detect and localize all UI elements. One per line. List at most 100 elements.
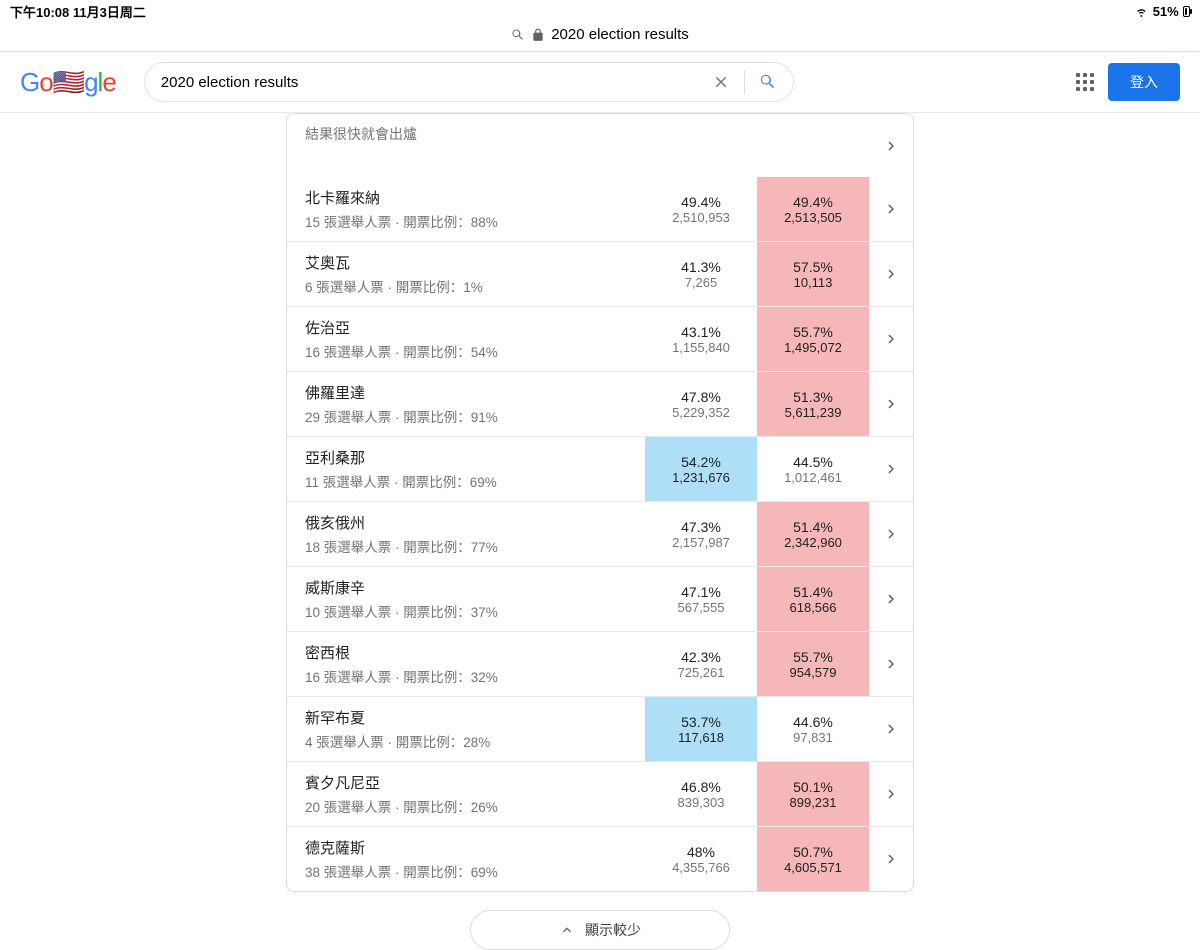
candidate-left: 49.4%2,510,953 [645,177,757,241]
left-votes: 567,555 [678,600,725,615]
chevron-right-icon [869,567,913,631]
apps-icon[interactable] [1076,73,1094,91]
state-info: 佛羅里達29 張選舉人票 · 開票比例：91% [287,372,645,436]
state-name: 德克薩斯 [305,837,627,858]
candidate-left: 47.3%2,157,987 [645,502,757,566]
search-input[interactable] [161,74,712,91]
state-info: 佐治亞 16 張選舉人票 · 開票比例：54% [287,307,645,371]
state-name: 俄亥俄州 [305,512,627,533]
candidate-left: 43.1%1,155,840 [645,307,757,371]
candidate-left: 46.8%839,303 [645,762,757,826]
state-sub: 16 張選舉人票 · 開票比例：32% [305,666,627,686]
left-votes: 1,155,840 [672,340,730,355]
search-icon [511,28,525,42]
candidate-right: 51.4%618,566 [757,567,869,631]
left-pct: 49.4% [681,194,721,210]
state-info: 北卡羅來納15 張選舉人票 · 開票比例：88% [287,177,645,241]
status-bar: 下午10:08 11月3日周二 51% [0,0,1200,22]
state-row[interactable]: 威斯康辛10 張選舉人票 · 開票比例：37%47.1%567,55551.4%… [287,566,913,631]
state-name: 亞利桑那 [305,447,627,468]
state-name: 艾奧瓦 [305,252,627,273]
state-name: 佐治亞 [305,317,627,338]
google-logo[interactable]: Go🇺🇸gle [20,67,116,98]
state-name: 北卡羅來納 [305,187,627,208]
candidate-right: 55.7%1,495,072 [757,307,869,371]
candidate-right: 44.5%1,012,461 [757,437,869,501]
left-votes: 117,618 [678,730,724,745]
right-pct: 50.1% [793,779,833,795]
right-votes: 2,513,505 [784,210,842,225]
right-votes: 1,012,461 [784,470,842,485]
state-row[interactable]: 新罕布夏4 張選舉人票 · 開票比例：28%53.7%117,61844.6%9… [287,696,913,761]
browser-url-bar[interactable]: 2020 election results [0,22,1200,51]
state-sub: 16 張選舉人票 · 開票比例：54% [305,341,627,361]
state-row[interactable]: 艾奧瓦6 張選舉人票 · 開票比例：1%41.3%7,26557.5%10,11… [287,241,913,306]
candidate-left: 47.8%5,229,352 [645,372,757,436]
signin-button[interactable]: 登入 [1108,63,1180,101]
state-sub: 4 張選舉人票 · 開票比例：28% [305,731,627,751]
chevron-right-icon [869,114,913,177]
left-pct: 43.1% [681,324,721,340]
chevron-right-icon [869,632,913,696]
candidate-left: 54.2%1,231,676 [645,437,757,501]
chevron-right-icon [869,307,913,371]
state-row[interactable]: 德克薩斯38 張選舉人票 · 開票比例：69%48%4,355,76650.7%… [287,826,913,891]
candidate-right: 51.4%2,342,960 [757,502,869,566]
left-pct: 47.3% [681,519,721,535]
state-row[interactable]: 俄亥俄州18 張選舉人票 · 開票比例：77%47.3%2,157,98751.… [287,501,913,566]
search-submit-icon[interactable] [759,73,777,91]
state-sub: 18 張選舉人票 · 開票比例：77% [305,536,627,556]
state-sub: 29 張選舉人票 · 開票比例：91% [305,406,627,426]
wifi-icon [1134,4,1149,19]
state-sub: 20 張選舉人票 · 開票比例：26% [305,796,627,816]
candidate-left: 48%4,355,766 [645,827,757,891]
chevron-right-icon [869,827,913,891]
right-pct: 57.5% [793,259,833,275]
right-pct: 51.4% [793,584,833,600]
search-box[interactable] [144,62,794,102]
left-pct: 47.8% [681,389,721,405]
battery-icon [1183,6,1190,17]
right-pct: 44.6% [793,714,833,730]
left-pct: 46.8% [681,779,721,795]
right-pct: 44.5% [793,454,833,470]
candidate-right: 50.1%899,231 [757,762,869,826]
chevron-right-icon [869,437,913,501]
state-row[interactable]: 賓夕凡尼亞20 張選舉人票 · 開票比例：26%46.8%839,30350.1… [287,761,913,826]
state-name: 賓夕凡尼亞 [305,772,627,793]
lock-icon [531,28,545,42]
show-less-button[interactable]: 顯示較少 [470,910,730,950]
right-pct: 51.3% [793,389,833,405]
right-pct: 49.4% [793,194,833,210]
state-row[interactable]: 佐治亞16 張選舉人票 · 開票比例：54%43.1%1,155,84055.7… [287,306,913,371]
candidate-left: 53.7%117,618 [645,697,757,761]
state-info: 密西根 16 張選舉人票 · 開票比例：32% [287,632,645,696]
right-votes: 2,342,960 [784,535,842,550]
left-votes: 725,261 [678,665,725,680]
right-pct: 50.7% [793,844,833,860]
coming-soon-row[interactable]: 結果很快就會出爐 [287,114,913,177]
left-votes: 2,157,987 [672,535,730,550]
state-row[interactable]: 北卡羅來納15 張選舉人票 · 開票比例：88%49.4%2,510,95349… [287,177,913,241]
clear-icon[interactable] [712,73,730,91]
right-votes: 954,579 [790,665,837,680]
candidate-right: 50.7%4,605,571 [757,827,869,891]
right-votes: 1,495,072 [784,340,842,355]
left-votes: 839,303 [678,795,725,810]
url-text: 2020 election results [551,26,689,43]
left-votes: 7,265 [685,275,718,290]
candidate-right: 44.6%97,831 [757,697,869,761]
state-row[interactable]: 佛羅里達29 張選舉人票 · 開票比例：91%47.8%5,229,352 51.… [287,371,913,436]
right-votes: 97,831 [793,730,833,745]
state-row[interactable]: 亞利桑那11 張選舉人票 · 開票比例：69%54.2%1,231,67644.… [287,436,913,501]
state-name: 新罕布夏 [305,707,627,728]
chevron-up-icon [559,922,575,938]
coming-soon-text: 結果很快就會出爐 [287,114,869,177]
chevron-right-icon [869,177,913,241]
right-pct: 55.7% [793,649,833,665]
state-row[interactable]: 密西根16 張選舉人票 · 開票比例：32%42.3%725,26155.7%9… [287,631,913,696]
candidate-right: 55.7%954,579 [757,632,869,696]
state-name: 密西根 [305,642,627,663]
right-votes: 10,113 [794,275,833,290]
state-sub: 11 張選舉人票 · 開票比例：69% [305,471,627,491]
